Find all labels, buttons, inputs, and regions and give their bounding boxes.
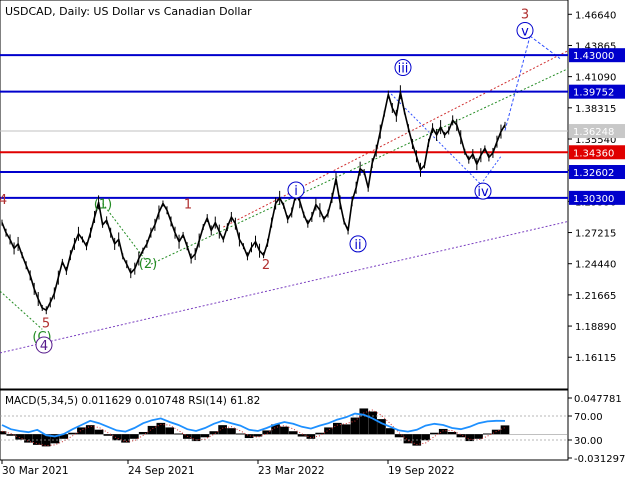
macd-bar [288, 431, 298, 435]
indicator-tick-label: 30.00 [574, 436, 603, 447]
price-tick-label: 1.18890 [575, 322, 616, 333]
macd-bar [103, 434, 113, 436]
macd-bar [174, 433, 183, 435]
indicator-tick-label: -0.031297 [574, 454, 625, 465]
wave-label: ii [354, 238, 361, 253]
indicator-axis: 0.047781 70.00 30.00 -0.031297 [568, 394, 625, 465]
macd-bar [209, 431, 219, 435]
macd-bar [200, 434, 210, 438]
macd-bar [121, 434, 130, 443]
wave-label: 4 [40, 339, 48, 354]
price-axis: 1.466401.438651.410901.383151.355401.327… [568, 10, 625, 364]
wave-label: i [294, 184, 298, 199]
wave-label: 1 [184, 197, 192, 212]
date-label: 24 Sep 2021 [128, 465, 195, 477]
level-tag-label: 1.34360 [573, 148, 614, 159]
macd-bar [500, 425, 510, 435]
price-tick-label: 1.46640 [575, 10, 616, 21]
wave-label: v [521, 24, 529, 39]
macd-bar [227, 428, 236, 435]
macd-bar [474, 434, 483, 439]
price-tick-label: 1.24440 [575, 260, 616, 271]
wave-label: 2 [262, 258, 270, 273]
macd-bar [112, 434, 122, 441]
wave-label: (1) [94, 197, 112, 212]
price-tick-label: 1.27215 [575, 229, 616, 240]
last-price-label: 1.36248 [573, 127, 614, 138]
level-tag-label: 1.43000 [573, 51, 614, 62]
macd-bar [341, 424, 351, 435]
chart-window: (1)(2)(C)123544iiiiiiivv 1.466401.438651… [0, 0, 640, 480]
macd-bar [456, 434, 466, 438]
price-tick-label: 1.41090 [575, 73, 616, 84]
indicator-tick-label: 70.00 [574, 412, 603, 423]
level-tag-label: 1.32602 [573, 168, 614, 179]
macd-bar [15, 434, 24, 440]
macd-bar [447, 431, 457, 435]
date-label: 19 Sep 2022 [388, 465, 455, 477]
macd-bar [165, 427, 175, 435]
macd-bar [315, 432, 325, 435]
price-tick-label: 1.16115 [575, 353, 616, 364]
macd-bar [385, 428, 395, 435]
macd-bar [368, 411, 377, 435]
chart-canvas: (1)(2)(C)123544iiiiiiivv 1.466401.438651… [0, 0, 625, 477]
macd-bar [244, 434, 254, 439]
macd-bar [235, 433, 245, 435]
macd-bar [130, 434, 139, 439]
macd-bar [77, 427, 86, 435]
indicator-title: MACD(5,34,5) 0.011629 0.010748 RSI(14) 6… [5, 395, 260, 407]
wave-label: iii [398, 62, 409, 77]
price-tick-label: 1.21665 [575, 291, 616, 302]
price-tick-label: 1.38315 [575, 104, 616, 115]
wave-label: 3 [521, 8, 529, 23]
date-label: 23 Mar 2022 [258, 465, 325, 477]
level-tag-label: 1.39752 [573, 88, 614, 99]
wave-label: iv [477, 185, 489, 200]
macd-bar [32, 434, 42, 445]
indicator-tick-label: 0.047781 [574, 394, 622, 405]
macd-bar [350, 417, 360, 435]
wave-label: 5 [42, 317, 50, 332]
wave-label: 4 [0, 193, 7, 208]
date-label: 30 Mar 2021 [2, 465, 69, 477]
level-tag-label: 1.30300 [573, 194, 614, 205]
macd-bar [94, 429, 104, 435]
macd-bar [85, 425, 95, 435]
time-axis: 30 Mar 2021 24 Sep 2021 23 Mar 2022 19 Sep … [1, 460, 455, 477]
macd-bar [421, 434, 430, 441]
wave-label: (2) [139, 257, 157, 272]
macd-bar [280, 426, 289, 435]
macd-bar [24, 434, 33, 443]
macd-bar [324, 427, 333, 435]
macd-bar [138, 431, 148, 435]
chart-title: USDCAD, Daily: US Dollar vs Canadian Dol… [5, 5, 252, 18]
macd-bar [438, 428, 448, 435]
macd-bar [253, 434, 263, 437]
